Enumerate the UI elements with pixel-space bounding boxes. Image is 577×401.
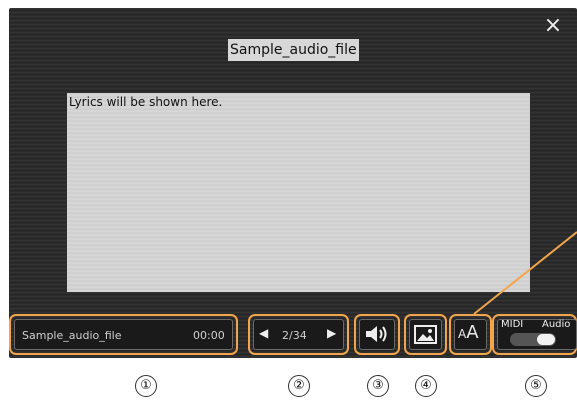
callout-3: ③ [367, 375, 389, 397]
callout-1: ① [135, 375, 157, 397]
callout-5: ⑤ [525, 375, 547, 397]
callout-2: ② [288, 375, 310, 397]
callout-4: ④ [415, 375, 437, 397]
callout-line [473, 231, 577, 315]
